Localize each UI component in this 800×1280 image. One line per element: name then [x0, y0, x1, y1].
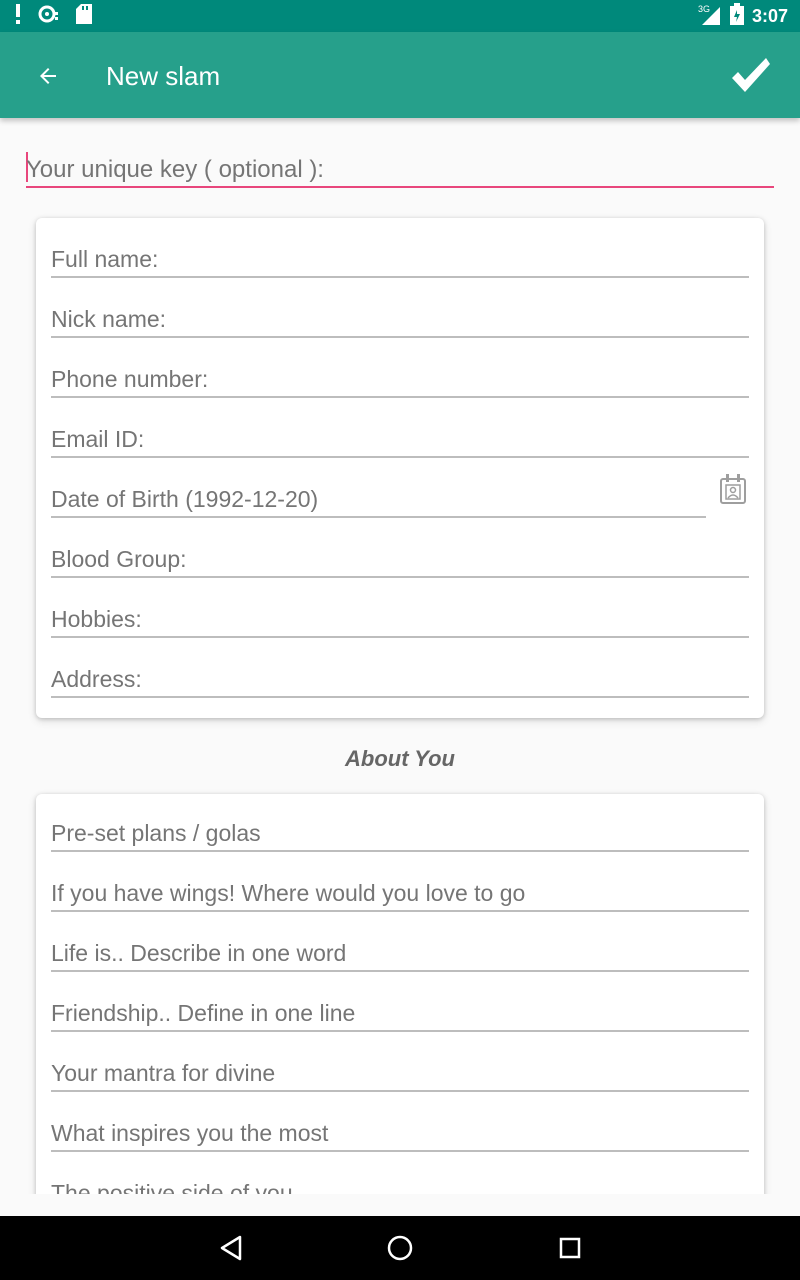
life-one-word-placeholder: Life is.. Describe in one word	[51, 940, 347, 966]
checkmark-icon	[732, 58, 770, 92]
signal-icon: 3G	[698, 3, 722, 30]
address-placeholder: Address:	[51, 666, 142, 692]
phone-number-input[interactable]: Phone number:	[51, 358, 749, 398]
home-circle-icon	[387, 1235, 413, 1261]
navigation-bar	[0, 1216, 800, 1280]
full-name-input[interactable]: Full name:	[51, 238, 749, 278]
inspiration-input[interactable]: What inspires you the most	[51, 1112, 749, 1152]
back-button[interactable]	[30, 58, 66, 94]
form-scroll-area[interactable]: Your unique key ( optional ): Full name:…	[0, 118, 800, 1194]
blood-group-input[interactable]: Blood Group:	[51, 538, 749, 578]
wings-destination-placeholder: If you have wings! Where would you love …	[51, 880, 526, 906]
personal-info-card: Full name: Nick name: Phone number: Emai…	[36, 218, 764, 718]
page-title: New slam	[106, 61, 221, 91]
hobbies-placeholder: Hobbies:	[51, 606, 142, 632]
nav-back-button[interactable]	[213, 1230, 249, 1266]
back-triangle-icon	[220, 1235, 242, 1261]
inspiration-placeholder: What inspires you the most	[51, 1120, 329, 1146]
date-picker-button[interactable]	[718, 473, 748, 505]
friendship-line-placeholder: Friendship.. Define in one line	[51, 1000, 356, 1026]
life-one-word-input[interactable]: Life is.. Describe in one word	[51, 932, 749, 972]
battery-icon	[729, 2, 744, 30]
alert-icon	[14, 3, 22, 29]
hobbies-input[interactable]: Hobbies:	[51, 598, 749, 638]
app-bar: New slam	[0, 32, 800, 118]
friendship-line-input[interactable]: Friendship.. Define in one line	[51, 992, 749, 1032]
plans-goals-input[interactable]: Pre-set plans / golas	[51, 812, 749, 852]
blood-group-placeholder: Blood Group:	[51, 546, 187, 572]
mantra-input[interactable]: Your mantra for divine	[51, 1052, 749, 1092]
mantra-placeholder: Your mantra for divine	[51, 1060, 276, 1086]
calendar-icon	[720, 474, 746, 504]
plans-goals-placeholder: Pre-set plans / golas	[51, 820, 261, 846]
about-you-card: Pre-set plans / golas If you have wings!…	[36, 794, 764, 1194]
about-you-heading: About You	[345, 746, 455, 771]
phone-number-placeholder: Phone number:	[51, 366, 209, 392]
save-button[interactable]	[726, 50, 776, 100]
nav-home-button[interactable]	[382, 1230, 418, 1266]
arrow-back-icon	[40, 68, 56, 84]
unique-key-input[interactable]: Your unique key ( optional ):	[26, 148, 774, 188]
unique-key-placeholder: Your unique key ( optional ):	[26, 156, 324, 183]
nick-name-placeholder: Nick name:	[51, 306, 167, 332]
recents-square-icon	[559, 1237, 581, 1259]
sync-icon	[38, 4, 60, 29]
positive-side-input[interactable]: The positive side of you	[51, 1172, 749, 1194]
address-input[interactable]: Address:	[51, 658, 749, 698]
sd-card-icon	[76, 3, 92, 29]
wings-destination-input[interactable]: If you have wings! Where would you love …	[51, 872, 749, 912]
status-bar: 3G 3:07	[0, 0, 800, 32]
status-time: 3:07	[751, 5, 788, 26]
nick-name-input[interactable]: Nick name:	[51, 298, 749, 338]
date-of-birth-placeholder: Date of Birth (1992-12-20)	[51, 486, 319, 512]
date-of-birth-input[interactable]: Date of Birth (1992-12-20)	[51, 478, 706, 518]
email-input[interactable]: Email ID:	[51, 418, 749, 458]
svg-text:3G: 3G	[698, 4, 710, 14]
email-placeholder: Email ID:	[51, 426, 145, 452]
full-name-placeholder: Full name:	[51, 246, 159, 272]
positive-side-placeholder: The positive side of you	[51, 1180, 293, 1194]
nav-recents-button[interactable]	[552, 1230, 588, 1266]
